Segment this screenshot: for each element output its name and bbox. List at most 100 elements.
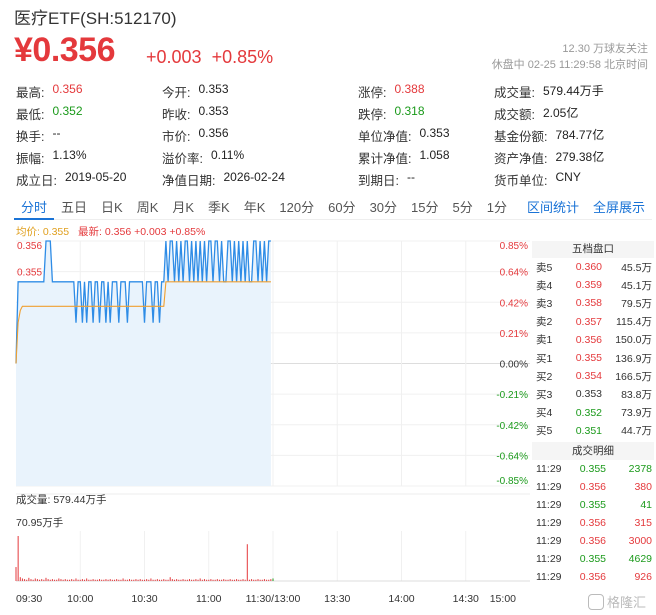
- volume-bar: [154, 579, 156, 581]
- trade-volume: 4629: [628, 553, 652, 566]
- volume-bar: [197, 579, 199, 581]
- orderbook-level: 卖3: [536, 297, 553, 310]
- volume-bar: [131, 579, 133, 581]
- trade-row: 11:29 0.355 4629: [532, 550, 654, 568]
- tab-月K[interactable]: 月K: [165, 198, 201, 220]
- volume-bar: [24, 579, 26, 581]
- volume-bar: [26, 579, 28, 581]
- followers-count: 12.30 万球友关注: [562, 43, 648, 55]
- volume-bar: [51, 579, 53, 581]
- volume-bar: [214, 579, 216, 581]
- volume-bar: [268, 579, 270, 581]
- stat-cell: 换手: --: [16, 126, 162, 148]
- intraday-chart[interactable]: 0.3560.85%0.3550.64%0.3540.42%0.3540.21%…: [0, 236, 530, 608]
- tab-1分[interactable]: 1分: [480, 198, 514, 220]
- volume-bar: [66, 579, 68, 581]
- stat-label: 净值日期:: [162, 174, 216, 188]
- orderbook-price: 0.351: [575, 424, 602, 437]
- orderbook-price: 0.357: [575, 315, 602, 328]
- volume-bar: [184, 579, 186, 581]
- tab-季K[interactable]: 季K: [201, 198, 237, 220]
- orderbook-level: 卖1: [536, 334, 553, 347]
- stat-row: 最高: 0.356 今开: 0.353 涨停: 0.388 成交量: 579.44万手: [16, 82, 648, 104]
- stat-cell: 货币单位: CNY: [494, 170, 648, 192]
- orderbook-volume: 150.0万: [615, 334, 652, 347]
- trade-row: 11:29 0.356 3000: [532, 532, 654, 550]
- volume-bar: [21, 578, 23, 581]
- tab-周K[interactable]: 周K: [130, 198, 166, 220]
- security-title: 医疗ETF(SH:512170): [14, 9, 177, 28]
- volume-bar: [218, 579, 220, 581]
- stat-cell: 昨收: 0.353: [162, 104, 358, 126]
- trade-time: 11:29: [536, 499, 562, 512]
- percent-tick-label: 0.21%: [500, 329, 528, 340]
- stat-value: 579.44万手: [542, 84, 604, 98]
- stat-value: 0.318: [394, 104, 425, 118]
- trade-list: 11:29 0.355 2378 11:29 0.356 380 11:29 0.355 41 1…: [532, 460, 654, 587]
- trade-price: 0.356: [579, 517, 606, 530]
- volume-label: 成交量: 579.44万手: [16, 494, 107, 506]
- orderbook-price: 0.358: [575, 297, 602, 310]
- time-tick-label: 15:00: [490, 593, 516, 605]
- volume-bar: [47, 579, 49, 581]
- orderbook-volume: 73.9万: [621, 407, 652, 420]
- tab-15分[interactable]: 15分: [404, 198, 445, 220]
- percent-tick-label: -0.21%: [496, 390, 528, 401]
- orderbook-title: 五档盘口: [532, 241, 654, 258]
- orderbook-level: 卖2: [536, 316, 553, 329]
- stat-cell: 今开: 0.353: [162, 82, 358, 104]
- trade-volume: 3000: [628, 535, 652, 548]
- volume-bar: [56, 579, 58, 581]
- volume-bar: [212, 579, 214, 581]
- stat-cell: 振幅: 1.13%: [16, 148, 162, 170]
- volume-bar: [257, 579, 259, 581]
- volume-bar: [173, 579, 175, 581]
- tab-30分[interactable]: 30分: [363, 198, 404, 220]
- orderbook-price: 0.359: [575, 279, 602, 292]
- time-tick-label: 10:00: [67, 593, 93, 605]
- stat-cell: 累计净值: 1.058: [358, 148, 494, 170]
- volume-bar: [54, 579, 56, 581]
- volume-bar: [216, 579, 218, 581]
- tab-日K[interactable]: 日K: [94, 198, 130, 220]
- stat-value: 0.353: [419, 126, 450, 140]
- volume-bar: [81, 579, 83, 581]
- stat-label: 成立日:: [16, 174, 57, 188]
- volume-max-label: 70.95万手: [16, 517, 64, 529]
- tab-五日[interactable]: 五日: [54, 198, 94, 220]
- stat-label: 跌停:: [358, 108, 387, 122]
- volume-bar: [43, 579, 45, 581]
- tab-5分[interactable]: 5分: [446, 198, 480, 220]
- volume-bar: [203, 579, 205, 581]
- volume-bar: [163, 579, 165, 581]
- quote-stats: 最高: 0.356 今开: 0.353 涨停: 0.388 成交量: 579.44万手 最低: 0…: [16, 82, 648, 192]
- fullscreen-button[interactable]: 全屏展示: [586, 198, 652, 220]
- volume-bar: [15, 567, 17, 581]
- volume-bar: [129, 579, 131, 581]
- time-tick-label: 11:00: [196, 593, 222, 605]
- volume-bar: [225, 579, 227, 581]
- stat-value: 0.388: [394, 82, 425, 96]
- tab-60分[interactable]: 60分: [321, 198, 362, 220]
- trade-volume: 315: [634, 517, 652, 530]
- volume-bar: [45, 577, 47, 581]
- trade-row: 11:29 0.355 2378: [532, 460, 654, 478]
- volume-bar: [240, 579, 242, 581]
- volume-bar: [32, 579, 34, 581]
- trade-price: 0.356: [579, 571, 606, 584]
- volume-bar: [99, 579, 101, 581]
- tab-年K[interactable]: 年K: [237, 198, 273, 220]
- trade-row: 11:29 0.356 315: [532, 514, 654, 532]
- volume-bar: [71, 579, 73, 581]
- volume-bar: [188, 579, 190, 581]
- range-stats-button[interactable]: 区间统计: [520, 198, 586, 220]
- orderbook-row: 买2 0.354 166.5万: [532, 367, 654, 385]
- volume-bar: [101, 579, 103, 581]
- tab-120分[interactable]: 120分: [272, 198, 321, 220]
- stat-cell: 最高: 0.356: [16, 82, 162, 104]
- follow-info: 12.30 万球友关注 休盘中 02-25 11:29:58 北京时间: [492, 41, 648, 73]
- orderbook-volume: 136.9万: [615, 352, 652, 365]
- tab-分时[interactable]: 分时: [14, 198, 55, 220]
- stat-label: 资产净值:: [494, 152, 548, 166]
- volume-bar: [139, 579, 141, 581]
